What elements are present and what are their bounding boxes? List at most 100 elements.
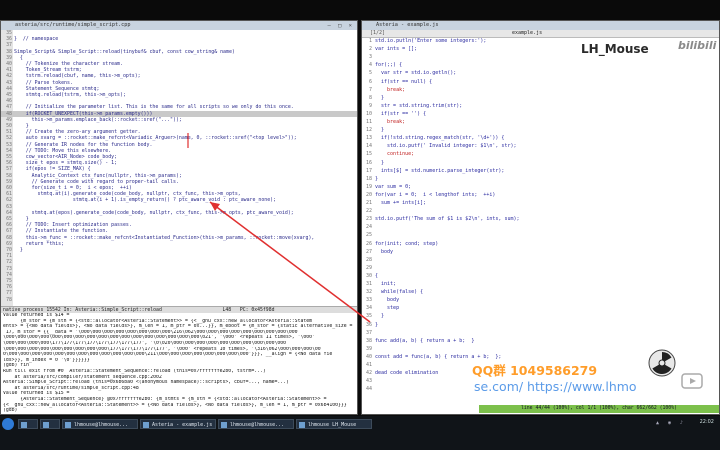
code-text: init; [375, 281, 397, 287]
code-line: 24 [362, 224, 719, 231]
line-number: 1 [368, 38, 372, 44]
left-window-titlebar[interactable]: asteria/src/runtime/simple_script.cpp – … [1, 21, 357, 30]
code-text: } // namespace [14, 36, 59, 43]
code-text: for(size_t i = 0; i < epos; ++i) [14, 185, 132, 191]
code-text: this->m_params.emplace_back(::rocket::sr… [14, 116, 182, 123]
line-number: 38 [365, 337, 372, 344]
taskbar-button[interactable]: lhmouse@lhmouse... [218, 419, 294, 429]
code-text: body [375, 297, 400, 304]
code-line: 31 init; [362, 281, 719, 288]
code-text: Analytic_Context ctx_func(nullptr, this-… [14, 172, 182, 179]
code-text: // Tokenize the character stream. [14, 61, 123, 67]
right-window-title: Asteria - example.js [376, 22, 439, 28]
line-number: 39 [365, 345, 372, 352]
taskbar-button[interactable]: Asteria - example.js [140, 419, 216, 429]
code-text: std.io.putf(' Invalid integer: $1\n', st… [375, 143, 517, 150]
line-number: 28 [365, 256, 372, 263]
line-number: 5 [368, 70, 372, 77]
line-number: 17 [365, 167, 372, 174]
app-icon [65, 422, 71, 428]
code-text: var ints = []; [375, 46, 418, 53]
code-line: 27 body [362, 249, 719, 256]
code-line: 35 } [362, 313, 719, 320]
taskbar-button[interactable] [18, 419, 38, 429]
code-text: stmtq.at(i + 1).is_empty_return() ? ptc_… [14, 197, 277, 204]
gdb-output-line: (gdb) [3, 408, 21, 414]
line-number: 8 [368, 94, 372, 101]
code-text: var str = std.io.getln(); [375, 70, 457, 77]
code-text: // Instantiate the function. [14, 228, 109, 235]
code-text: // TODO: Insert optimization passes. [14, 222, 132, 229]
code-text: if(ROCKET_UNEXPECT(this->m_params.empty(… [14, 110, 153, 117]
code-text: while(false) { [375, 289, 424, 296]
taskbar-button[interactable] [40, 419, 60, 429]
tab-example-js[interactable]: example.js [512, 30, 542, 37]
line-number: 24 [365, 224, 372, 231]
code-text: var sum = 0; [375, 183, 412, 190]
line-number: 4 [368, 62, 372, 69]
line-number: 13 [365, 135, 372, 142]
code-text: // Initialize the parameter list. This i… [14, 104, 294, 111]
code-line: 28 [362, 257, 719, 264]
code-line: 18} [362, 176, 719, 183]
code-text: Token_Stream tstrm; [14, 67, 82, 74]
line-number: 16 [365, 159, 372, 166]
code-text: } [375, 313, 385, 320]
code-text: break; [375, 86, 406, 93]
gdb-status-line: native process 15542 In: Asteria::Simple… [1, 306, 357, 313]
system-tray[interactable]: ▲ ◉ ♪ [656, 420, 686, 426]
editor-code-pane[interactable]: 1 std.io.putln('Enter some integers:'); 2 v… [362, 38, 719, 398]
line-number: 10 [365, 110, 372, 117]
code-text: tstrm.reload(cbuf, name, this->m_opts); [14, 73, 141, 80]
line-number: 19 [365, 183, 372, 190]
code-line: 34 step [362, 305, 719, 312]
code-line: 32 while(false) { [362, 289, 719, 296]
line-number: 2 [368, 46, 372, 53]
code-text: // Generate IR nodes for the function bo… [14, 141, 153, 148]
line-number: 9 [368, 102, 372, 109]
code-text: } [375, 127, 385, 134]
code-text: func add(a, b) { return a + b; } [375, 337, 475, 344]
line-number: 41 [365, 362, 372, 368]
line-number: 27 [365, 248, 372, 255]
code-text: for(init; cond; step) [375, 240, 439, 247]
line-number: 12 [365, 127, 372, 134]
code-line: 13 if(!std.string.regex_match(str, '\d+'… [362, 135, 719, 142]
code-text: if(str == null) { [375, 78, 433, 85]
code-text: dead code elimination [375, 370, 439, 377]
left-terminal-window[interactable]: asteria/src/runtime/simple_script.cpp – … [0, 20, 358, 415]
code-text: } [375, 94, 385, 101]
line-number: 42 [365, 370, 372, 377]
tab-index[interactable]: [1/2] [370, 30, 385, 37]
app-icon [21, 422, 27, 428]
start-button[interactable] [2, 418, 14, 430]
code-line: 4 for(;;) { [362, 62, 719, 69]
code-text: continue; [375, 151, 415, 158]
taskbar-button[interactable]: lhmouse LH_Mouse [296, 419, 372, 429]
code-text: stmtq.at(i).generate_code(code_body, nul… [14, 191, 241, 198]
gdb-console[interactable]: Value returned is $14 = {m_stor = {m_sth… [1, 313, 357, 414]
editor-tab-bar: [1/2] example.js [362, 30, 719, 38]
code-text: ints[$] = std.numeric.parse_integer(str)… [375, 167, 505, 174]
code-text: // TODO: Move this elsewhere. [14, 147, 112, 154]
line-number: 33 [365, 297, 372, 304]
code-text: } [375, 321, 379, 328]
source-code-pane[interactable]: 35 36} // namespace 37 38 Simple_Script& Sim… [1, 30, 357, 306]
right-window-titlebar[interactable]: Asteria - example.js [362, 21, 719, 30]
code-text: } [14, 247, 23, 253]
code-line: 29 [362, 265, 719, 272]
line-number: 36 [365, 321, 372, 328]
code-text: return *this; [14, 240, 65, 247]
line-number: 31 [365, 281, 372, 287]
code-line: 5 var str = std.io.getln(); [362, 70, 719, 77]
line-number: 14 [365, 143, 372, 150]
taskbar-button-label: Asteria - example.js [152, 422, 213, 428]
taskbar-button[interactable]: lhmouse@lhmouse... [62, 419, 138, 429]
top-panel [0, 0, 720, 20]
app-icon [43, 422, 49, 428]
code-line: 6 if(str == null) { [362, 79, 719, 86]
app-icon [299, 422, 305, 428]
line-number: 11 [365, 119, 372, 125]
code-text: if(epos != SIZE_MAX) { [14, 166, 91, 173]
code-line: 2 var ints = []; [362, 46, 719, 53]
